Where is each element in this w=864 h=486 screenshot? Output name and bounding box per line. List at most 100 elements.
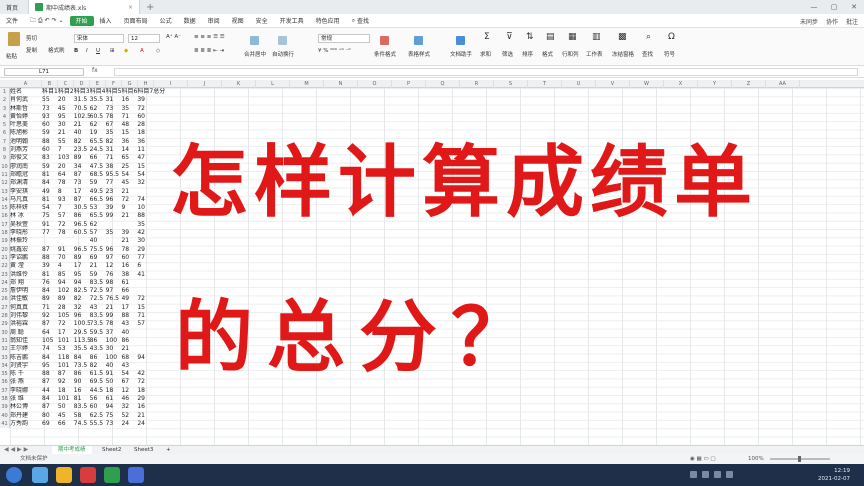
cell[interactable]: 71 — [42, 304, 58, 312]
cell[interactable]: 56 — [90, 395, 106, 403]
cell[interactable]: 68 — [121, 354, 137, 362]
row-header[interactable]: 31 — [0, 337, 9, 345]
cell[interactable]: 48 — [121, 121, 137, 129]
cell[interactable]: 43 — [121, 320, 137, 328]
cell[interactable]: 郑渊清 — [10, 179, 42, 187]
row-header[interactable]: 6 — [0, 129, 9, 137]
cell[interactable]: 83.5 — [90, 312, 106, 320]
cell[interactable] — [42, 237, 58, 245]
annotate-button[interactable]: 批注 — [846, 17, 858, 26]
column-header[interactable]: V — [596, 80, 630, 88]
row-header[interactable]: 2 — [0, 96, 9, 104]
cell[interactable] — [153, 354, 169, 362]
cell[interactable]: 11 — [137, 146, 153, 154]
cell[interactable]: 23.5 — [74, 146, 90, 154]
menu-review[interactable]: 审阅 — [202, 14, 226, 28]
cell[interactable]: 洪维伶 — [10, 271, 42, 279]
cell[interactable]: 96 — [106, 246, 122, 254]
cell[interactable]: 87 — [74, 171, 90, 179]
cell[interactable]: 89 — [42, 295, 58, 303]
cell[interactable] — [153, 105, 169, 113]
cell[interactable]: 77 — [137, 254, 153, 262]
cell[interactable]: 92 — [42, 312, 58, 320]
clock[interactable]: 12:19 2021-02-07 — [818, 467, 850, 483]
cell[interactable]: 21 — [121, 237, 137, 245]
cell[interactable]: 60 — [42, 121, 58, 129]
cell[interactable]: 81 — [42, 171, 58, 179]
column-header[interactable]: A — [10, 80, 42, 88]
cell[interactable]: 90 — [74, 378, 90, 386]
column-header[interactable]: N — [324, 80, 358, 88]
cell[interactable] — [153, 204, 169, 212]
zoom-handle[interactable] — [798, 456, 801, 462]
cell[interactable]: 18 — [137, 129, 153, 137]
cell[interactable]: 67 — [121, 378, 137, 386]
cell[interactable]: 72.5 — [90, 287, 106, 295]
cell[interactable]: 14 — [121, 146, 137, 154]
format-painter-button[interactable]: 格式刷 — [48, 46, 65, 54]
cell[interactable] — [153, 179, 169, 187]
row-header[interactable]: 18 — [0, 229, 9, 237]
name-box[interactable]: L71 — [4, 68, 84, 76]
cell[interactable]: 29.5 — [74, 329, 90, 337]
row-header[interactable]: 26 — [0, 295, 9, 303]
column-header[interactable]: O — [358, 80, 392, 88]
cut-button[interactable]: 剪切 — [26, 34, 37, 42]
tab-home[interactable]: 首页 — [0, 0, 28, 14]
cell[interactable]: 32 — [121, 403, 137, 411]
row-header[interactable]: 37 — [0, 387, 9, 395]
cell[interactable]: 40 — [121, 329, 137, 337]
cell[interactable]: 10 — [137, 204, 153, 212]
cell[interactable]: 72 — [58, 221, 74, 229]
cell[interactable]: 科目6 — [121, 88, 137, 96]
cell[interactable]: 17 — [58, 329, 74, 337]
menu-insert[interactable]: 插入 — [94, 14, 118, 28]
row-header[interactable]: 17 — [0, 221, 9, 229]
cell[interactable] — [137, 279, 153, 287]
sheet-cells[interactable]: 姓名 科目1 科目2 科目3 科目4 科目5 科目6 科目7 总分 肖何武 55 20 31.5 35.5… — [10, 88, 169, 428]
cell[interactable]: 113.5 — [74, 337, 90, 345]
cell[interactable]: 59 — [90, 271, 106, 279]
cell[interactable]: 李晓彤 — [10, 229, 42, 237]
cell[interactable] — [153, 262, 169, 270]
cell[interactable]: 科目4 — [90, 88, 106, 96]
row-header[interactable]: 8 — [0, 146, 9, 154]
cell[interactable]: 86 — [90, 337, 106, 345]
cell[interactable]: 74.5 — [74, 420, 90, 428]
cell[interactable]: 71 — [106, 154, 122, 162]
cell[interactable]: 刘伟黎 — [10, 312, 42, 320]
column-header[interactable]: U — [562, 80, 596, 88]
cell[interactable]: 16 — [137, 403, 153, 411]
cell[interactable] — [137, 287, 153, 295]
row-header[interactable]: 15 — [0, 204, 9, 212]
cell[interactable] — [153, 246, 169, 254]
symbol-button[interactable]: 符号 — [664, 50, 675, 58]
cell[interactable]: 郑 翔 — [10, 279, 42, 287]
cell[interactable]: 82 — [90, 362, 106, 370]
cell[interactable]: 74 — [42, 345, 58, 353]
cell[interactable]: 49 — [42, 188, 58, 196]
cell[interactable]: 科目5 — [106, 88, 122, 96]
cell[interactable]: 30 — [137, 237, 153, 245]
cell[interactable]: 94 — [74, 279, 90, 287]
cell[interactable] — [153, 312, 169, 320]
cell[interactable]: 73 — [74, 179, 90, 187]
cell[interactable]: 70 — [58, 254, 74, 262]
cell[interactable]: 刘燕芳 — [10, 146, 42, 154]
cell[interactable]: 62 — [90, 221, 106, 229]
cell[interactable]: 66 — [121, 287, 137, 295]
sort-button[interactable]: 排序 — [522, 50, 533, 58]
cell[interactable] — [153, 329, 169, 337]
row-header[interactable]: 7 — [0, 138, 9, 146]
maximize-button[interactable]: ▢ — [824, 0, 844, 14]
collab-button[interactable]: 协作 — [826, 17, 838, 26]
cell[interactable]: 陈 千 — [10, 370, 42, 378]
minimize-button[interactable]: — — [804, 0, 824, 14]
cell[interactable] — [137, 329, 153, 337]
cell[interactable]: 林斯哲 — [10, 105, 42, 113]
cell[interactable]: 科目1 — [42, 88, 58, 96]
cell[interactable]: 30 — [106, 345, 122, 353]
clear-format-icon[interactable]: ◇ — [156, 48, 160, 54]
cell[interactable]: 郑丹建 — [10, 412, 42, 420]
zoom-slider[interactable] — [770, 456, 830, 462]
